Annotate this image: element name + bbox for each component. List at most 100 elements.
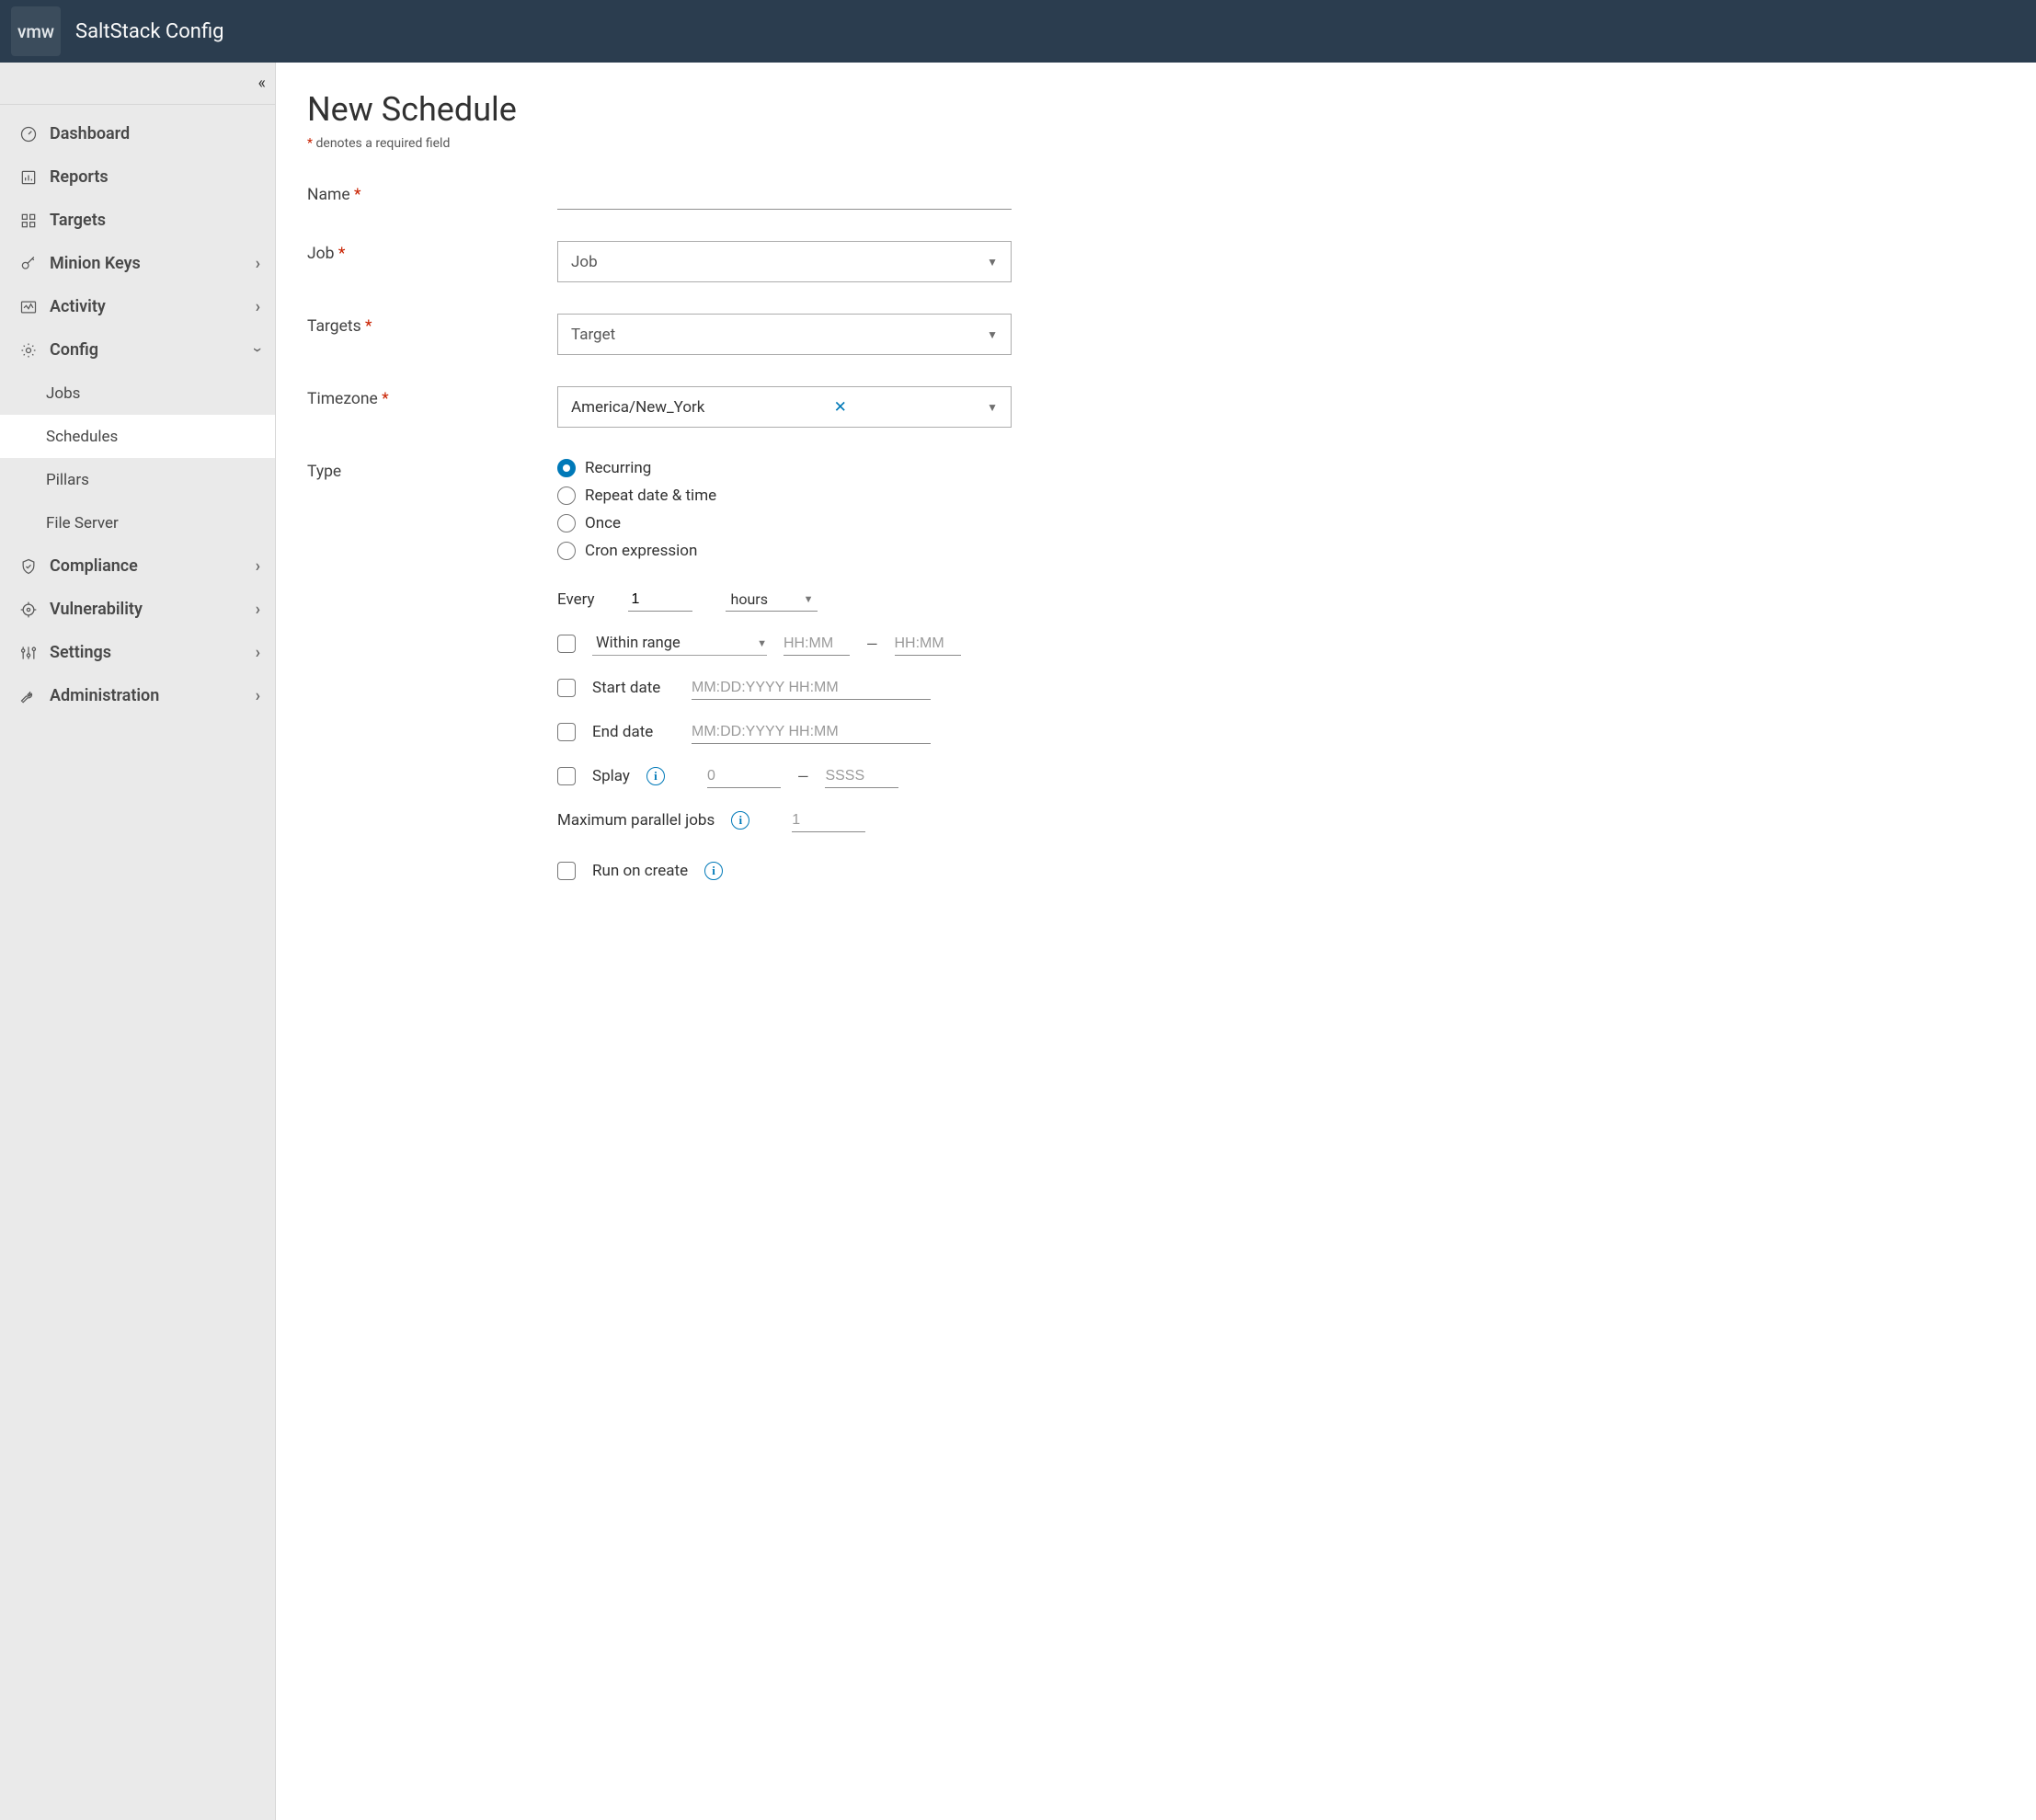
sidebar-subitem-pillars[interactable]: Pillars bbox=[0, 458, 275, 501]
every-unit-select[interactable]: hours ▼ bbox=[726, 588, 818, 612]
required-fields-note: * denotes a required field bbox=[307, 136, 1990, 151]
within-range-checkbox[interactable] bbox=[557, 635, 576, 653]
grid-icon bbox=[18, 211, 39, 231]
sidebar-item-administration[interactable]: Administration › bbox=[0, 674, 275, 717]
end-date-input[interactable] bbox=[692, 720, 931, 744]
sidebar-item-targets[interactable]: Targets bbox=[0, 199, 275, 242]
label-type: Type bbox=[307, 459, 557, 481]
required-note-text: denotes a required field bbox=[313, 136, 450, 151]
name-input[interactable] bbox=[557, 182, 1012, 210]
range-end-input[interactable] bbox=[895, 632, 961, 656]
sidebar-item-label: Administration bbox=[50, 686, 159, 705]
app-header: vmw SaltStack Config bbox=[0, 0, 2036, 63]
label-targets: Targets * bbox=[307, 314, 557, 336]
sidebar-item-label: Dashboard bbox=[50, 124, 130, 143]
row-targets: Targets * Target ▼ bbox=[307, 314, 1990, 355]
sidebar-subitem-jobs[interactable]: Jobs bbox=[0, 372, 275, 415]
timezone-value: America/New_York bbox=[571, 398, 704, 417]
caret-down-icon: ▼ bbox=[987, 401, 998, 414]
within-range-label: Within range bbox=[592, 635, 681, 652]
start-date-input[interactable] bbox=[692, 676, 931, 700]
start-date-checkbox[interactable] bbox=[557, 679, 576, 697]
sidebar-item-label: Compliance bbox=[50, 556, 138, 576]
splay-min-input[interactable] bbox=[707, 764, 781, 788]
sidebar-item-reports[interactable]: Reports bbox=[0, 155, 275, 199]
sidebar-subitem-schedules[interactable]: Schedules bbox=[0, 415, 275, 458]
sidebar-item-label: Targets bbox=[50, 211, 106, 230]
range-start-input[interactable] bbox=[784, 632, 850, 656]
run-on-create-checkbox[interactable] bbox=[557, 862, 576, 880]
row-name: Name * bbox=[307, 182, 1990, 210]
radio-icon bbox=[557, 459, 576, 477]
targets-select[interactable]: Target ▼ bbox=[557, 314, 1012, 355]
job-select[interactable]: Job ▼ bbox=[557, 241, 1012, 282]
within-range-line: Within range ▼ — bbox=[557, 632, 1012, 656]
chevron-right-icon: › bbox=[256, 254, 260, 273]
splay-checkbox[interactable] bbox=[557, 767, 576, 785]
main-content: New Schedule * denotes a required field … bbox=[276, 63, 2036, 1820]
run-on-create-line: Run on create i bbox=[557, 862, 1012, 880]
timezone-select[interactable]: America/New_York ✕ ▼ bbox=[557, 386, 1012, 428]
key-icon bbox=[18, 254, 39, 274]
page-title: New Schedule bbox=[307, 90, 1990, 129]
run-on-create-label: Run on create bbox=[592, 862, 688, 880]
radio-cron[interactable]: Cron expression bbox=[557, 542, 1012, 560]
sidebar-item-dashboard[interactable]: Dashboard bbox=[0, 112, 275, 155]
radio-repeat-datetime[interactable]: Repeat date & time bbox=[557, 486, 1012, 505]
info-icon[interactable]: i bbox=[646, 767, 665, 785]
vmw-logo: vmw bbox=[11, 6, 61, 56]
app-title: SaltStack Config bbox=[75, 20, 224, 43]
radio-once[interactable]: Once bbox=[557, 514, 1012, 532]
sidebar-item-label: Reports bbox=[50, 167, 109, 187]
end-date-checkbox[interactable] bbox=[557, 723, 576, 741]
info-icon[interactable]: i bbox=[731, 811, 749, 830]
end-date-label: End date bbox=[592, 723, 675, 741]
sidebar-item-compliance[interactable]: Compliance › bbox=[0, 544, 275, 588]
every-value-input[interactable] bbox=[628, 588, 692, 612]
sidebar-subitem-label: Schedules bbox=[46, 428, 118, 446]
sidebar-item-settings[interactable]: Settings › bbox=[0, 631, 275, 674]
chevron-right-icon: › bbox=[256, 643, 260, 662]
sidebar-nav: Dashboard Reports Targets Minion Keys bbox=[0, 105, 275, 717]
every-label: Every bbox=[557, 590, 595, 609]
splay-label: Splay bbox=[592, 767, 630, 785]
sidebar-item-vulnerability[interactable]: Vulnerability › bbox=[0, 588, 275, 631]
row-type: Type Recurring Repeat date & time Once bbox=[307, 459, 1990, 880]
radio-icon bbox=[557, 514, 576, 532]
caret-down-icon: ▼ bbox=[804, 593, 818, 605]
radio-recurring[interactable]: Recurring bbox=[557, 459, 1012, 477]
recurring-details: Every hours ▼ Within range ▼ bbox=[557, 588, 1012, 880]
within-range-select[interactable]: Within range ▼ bbox=[592, 632, 767, 656]
max-parallel-label: Maximum parallel jobs bbox=[557, 811, 715, 830]
crosshair-icon bbox=[18, 600, 39, 620]
every-line: Every hours ▼ bbox=[557, 588, 1012, 612]
wrench-icon bbox=[18, 686, 39, 706]
chevron-right-icon: › bbox=[256, 556, 260, 576]
type-radio-group: Recurring Repeat date & time Once Cron e… bbox=[557, 459, 1012, 560]
end-date-line: End date bbox=[557, 720, 1012, 744]
radio-icon bbox=[557, 486, 576, 505]
sidebar-item-config[interactable]: Config › bbox=[0, 328, 275, 372]
sidebar-subitem-file-server[interactable]: File Server bbox=[0, 501, 275, 544]
vmw-logo-text: vmw bbox=[17, 21, 54, 42]
row-timezone: Timezone * America/New_York ✕ ▼ bbox=[307, 386, 1990, 428]
start-date-label: Start date bbox=[592, 679, 675, 697]
sidebar-subitem-label: Jobs bbox=[46, 384, 80, 403]
max-parallel-input[interactable] bbox=[792, 808, 865, 832]
clear-icon[interactable]: ✕ bbox=[834, 398, 847, 417]
range-dash: — bbox=[866, 635, 878, 653]
label-timezone: Timezone * bbox=[307, 386, 557, 408]
info-icon[interactable]: i bbox=[704, 862, 723, 880]
gear-icon bbox=[18, 340, 39, 361]
chart-icon bbox=[18, 167, 39, 188]
gauge-icon bbox=[18, 124, 39, 144]
label-job: Job * bbox=[307, 241, 557, 263]
sidebar-item-activity[interactable]: Activity › bbox=[0, 285, 275, 328]
sidebar-item-minion-keys[interactable]: Minion Keys › bbox=[0, 242, 275, 285]
sidebar-item-label: Vulnerability bbox=[50, 600, 143, 619]
splay-max-input[interactable] bbox=[825, 764, 898, 788]
caret-down-icon: ▼ bbox=[987, 256, 998, 269]
caret-down-icon: ▼ bbox=[987, 328, 998, 341]
sidebar-collapse-icon[interactable]: « bbox=[258, 74, 260, 93]
sidebar-config-children: Jobs Schedules Pillars File Server bbox=[0, 372, 275, 544]
